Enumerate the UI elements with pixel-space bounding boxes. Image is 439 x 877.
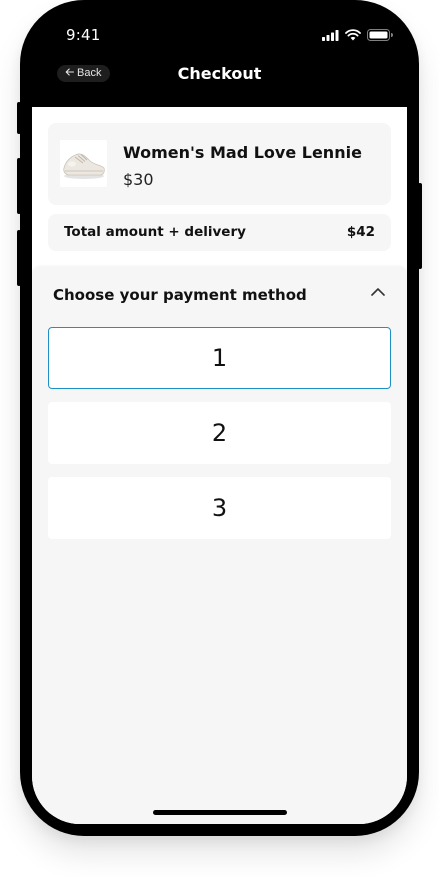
checkout-content: Women's Mad Love Lennie $30 Total amount… xyxy=(32,107,407,824)
product-card: Women's Mad Love Lennie $30 xyxy=(48,123,391,205)
total-summary: Total amount + delivery $42 xyxy=(48,214,391,251)
payment-option-3[interactable]: 3 xyxy=(48,477,391,539)
wifi-icon xyxy=(345,28,361,46)
status-time: 9:41 xyxy=(66,26,101,44)
chevron-up-icon xyxy=(370,284,386,302)
home-indicator[interactable] xyxy=(153,810,287,815)
status-icons xyxy=(322,28,393,46)
signal-icon xyxy=(322,28,339,46)
product-price: $30 xyxy=(123,170,154,189)
phone-screen: 9:41 Back Checkout Women's Mad Love Lenn… xyxy=(32,12,407,824)
shoe-thumbnail xyxy=(60,140,107,187)
side-button-silent xyxy=(17,102,21,134)
side-button-volume-down xyxy=(17,230,21,286)
top-nav-bar: Back Checkout xyxy=(32,56,407,106)
battery-icon xyxy=(367,28,393,46)
payment-method-title: Choose your payment method xyxy=(53,286,307,304)
payment-method-section: Choose your payment method 1 2 3 xyxy=(32,267,407,824)
side-button-volume-up xyxy=(17,158,21,214)
total-label: Total amount + delivery xyxy=(64,224,246,240)
payment-option-1[interactable]: 1 xyxy=(48,327,391,389)
product-name: Women's Mad Love Lennie xyxy=(123,143,362,162)
total-value: $42 xyxy=(346,224,375,240)
page-title: Checkout xyxy=(177,64,262,83)
payment-option-2[interactable]: 2 xyxy=(48,402,391,464)
side-button-power xyxy=(418,183,422,269)
product-image xyxy=(60,140,107,187)
collapse-button[interactable] xyxy=(369,284,387,302)
